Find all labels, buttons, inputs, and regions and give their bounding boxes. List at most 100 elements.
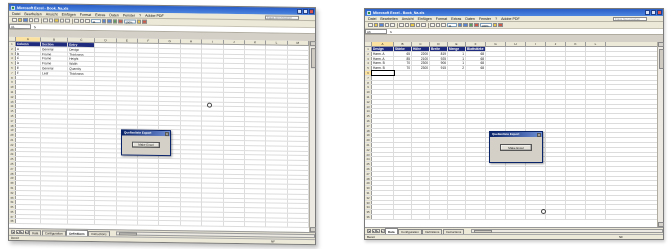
cell-d33[interactable]: [95, 196, 117, 201]
select-all-corner[interactable]: [9, 36, 16, 41]
cell-b18[interactable]: [394, 128, 412, 133]
cell-f11[interactable]: [466, 94, 486, 99]
cell-d10[interactable]: [430, 90, 448, 94]
cell-e18[interactable]: [116, 124, 139, 130]
cell-m28[interactable]: [287, 175, 309, 180]
cell-f30[interactable]: [138, 182, 160, 187]
menu-insert[interactable]: Einfügen: [62, 12, 76, 16]
cell-g14[interactable]: [486, 109, 506, 114]
cell-l35[interactable]: [266, 208, 288, 213]
cell-l34[interactable]: [266, 203, 288, 208]
cell-h1[interactable]: [180, 44, 203, 49]
cell-l25[interactable]: [266, 160, 288, 165]
cell-l25[interactable]: [586, 162, 606, 166]
chart-icon[interactable]: [112, 19, 117, 24]
maximize-button[interactable]: [651, 10, 656, 15]
cell-f10[interactable]: [466, 90, 486, 94]
cell-h26[interactable]: [180, 164, 203, 169]
cell-f9[interactable]: [466, 85, 486, 90]
cell-f8[interactable]: [138, 77, 160, 82]
cell-g11[interactable]: [486, 94, 506, 99]
row-header[interactable]: 22: [9, 142, 16, 147]
cell-e7[interactable]: [448, 75, 466, 80]
row-header[interactable]: 1: [9, 41, 16, 46]
cell-c25[interactable]: [68, 157, 96, 162]
cell-h23[interactable]: [180, 149, 203, 154]
cell-f32[interactable]: [138, 192, 160, 197]
cell-m5[interactable]: [287, 64, 309, 70]
cell-e35[interactable]: [116, 206, 139, 211]
cell-g26[interactable]: [486, 166, 506, 171]
cell-l14[interactable]: [586, 109, 606, 114]
cell-m29[interactable]: [287, 180, 309, 185]
cell-k27[interactable]: [566, 171, 586, 176]
cell-c12[interactable]: [412, 99, 430, 104]
cell-b16[interactable]: [41, 114, 69, 119]
cell-j15[interactable]: [546, 114, 566, 118]
menu-file[interactable]: Datei: [12, 11, 20, 15]
cell-f33[interactable]: [138, 197, 160, 202]
cell-i24[interactable]: [202, 154, 224, 159]
cell-g1[interactable]: [486, 47, 506, 51]
cell-l5[interactable]: [586, 66, 606, 70]
cell-d17[interactable]: [95, 119, 117, 124]
cell-b25[interactable]: [394, 162, 412, 166]
cell-i6[interactable]: [526, 70, 546, 75]
cell-k22[interactable]: [244, 145, 267, 150]
fx-icon[interactable]: fx: [387, 30, 395, 34]
cell-l15[interactable]: [586, 114, 606, 118]
cell-a12[interactable]: [372, 99, 394, 104]
row-header[interactable]: 27: [365, 171, 372, 176]
cell-k3[interactable]: [566, 56, 586, 61]
cell-l4[interactable]: [586, 61, 606, 66]
cell-h22[interactable]: [180, 144, 203, 150]
cell-i14[interactable]: [202, 106, 224, 112]
cell-h11[interactable]: [506, 94, 526, 99]
cell-k10[interactable]: [566, 90, 586, 94]
cell-j23[interactable]: [546, 152, 566, 157]
cell-j36[interactable]: [223, 212, 245, 217]
cell-f18[interactable]: [466, 128, 486, 133]
cell-e28[interactable]: [116, 172, 139, 177]
cell-c28[interactable]: [68, 172, 96, 177]
cell-m35[interactable]: [287, 208, 309, 213]
cell-j19[interactable]: [223, 131, 245, 136]
cell-l28[interactable]: [266, 174, 288, 180]
cell-m3[interactable]: [287, 55, 309, 60]
cell-i36[interactable]: [526, 214, 546, 219]
cell-j29[interactable]: [223, 179, 245, 184]
cell-k34[interactable]: [244, 203, 267, 208]
cell-f13[interactable]: [466, 104, 486, 109]
cell-e34[interactable]: [116, 201, 139, 206]
cell-d1[interactable]: Breite: [430, 47, 448, 51]
cell-d7[interactable]: [430, 75, 448, 80]
cell-g28[interactable]: [159, 173, 181, 178]
column-header-a[interactable]: A: [372, 42, 394, 46]
cell-f21[interactable]: [466, 142, 486, 147]
cell-a3[interactable]: B: [15, 51, 42, 56]
cell-c11[interactable]: [68, 90, 96, 95]
row-header[interactable]: 21: [9, 137, 16, 142]
cell-i10[interactable]: [202, 87, 224, 92]
cell-f35[interactable]: [466, 210, 486, 214]
row-header[interactable]: 36: [365, 214, 372, 219]
cell-d11[interactable]: [95, 91, 117, 96]
cell-c17[interactable]: [412, 123, 430, 128]
row-header[interactable]: 9: [365, 85, 372, 89]
cell-l32[interactable]: [586, 195, 606, 200]
row-header[interactable]: 10: [365, 90, 372, 94]
cell-j3[interactable]: [223, 54, 245, 59]
cell-g15[interactable]: [486, 114, 506, 118]
make-excel-button[interactable]: Make Excel: [500, 144, 532, 151]
cell-a18[interactable]: [15, 123, 42, 128]
cell-i17[interactable]: [202, 121, 224, 126]
row-header[interactable]: 30: [365, 186, 372, 190]
cell-c8[interactable]: [68, 76, 96, 81]
cell-d2[interactable]: [95, 47, 117, 52]
cell-b23[interactable]: [41, 147, 69, 153]
cell-c15[interactable]: [412, 114, 430, 118]
cell-a24[interactable]: [372, 157, 394, 162]
first-sheet-icon[interactable]: |◂: [11, 229, 15, 234]
undo-icon[interactable]: [415, 22, 420, 28]
column-header-c[interactable]: C: [412, 42, 430, 46]
